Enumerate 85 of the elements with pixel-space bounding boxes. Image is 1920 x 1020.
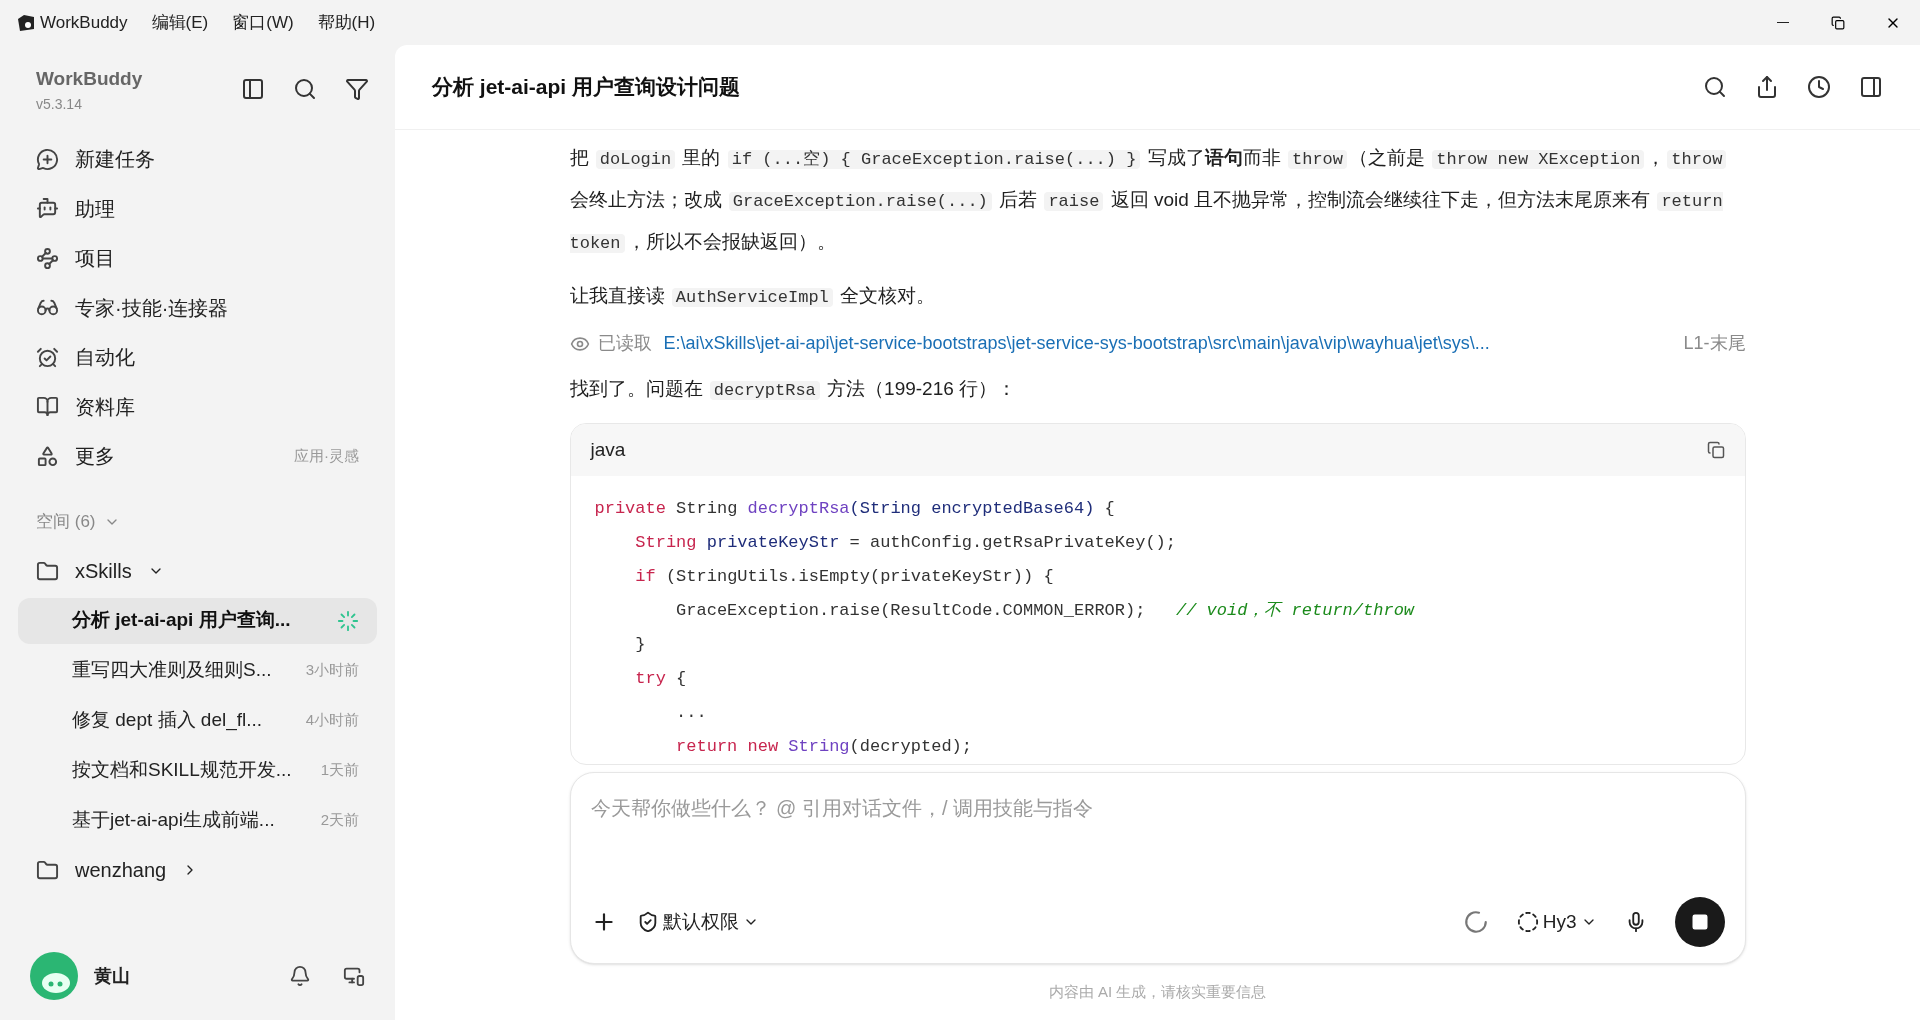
task-time: 4小时前 xyxy=(305,710,359,731)
nav-label: 项目 xyxy=(75,246,115,272)
message-paragraph: 把 doLogin 里的 if (...空) { GraceException.raise(...) } 写成了语句而非 throw （之前是 throw new XException ， throw 会终止方法；改成 GraceException.raise(...) 后若 raise 返回 void 且不抛异常，控制流会继续往下走，但方法末尾原来有 return token ，所以不会报缺返回）。 xyxy=(569,138,1746,264)
code-language: java xyxy=(590,437,626,462)
menu-item[interactable]: 帮助(H) xyxy=(317,9,376,36)
task-title: 按文档和SKILL规范开发... xyxy=(72,758,292,783)
task-title: 重写四大准则及细则S... xyxy=(72,658,272,683)
task-item[interactable]: 修复 dept 插入 del_fl... 4小时前 xyxy=(18,697,377,744)
stop-icon xyxy=(1690,913,1709,931)
model-selector[interactable]: Hy3 xyxy=(1516,907,1597,937)
nav-label: 专家·技能·连接器 xyxy=(75,295,229,321)
message-paragraph: 找到了。问题在 decryptRsa 方法（199-216 行）： xyxy=(569,377,1018,402)
user-name: 黄山 xyxy=(94,964,130,988)
nav-item[interactable]: 资料库 xyxy=(18,382,377,432)
history-icon[interactable] xyxy=(1807,75,1831,99)
nav-item[interactable]: 专家·技能·连接器 xyxy=(18,283,377,333)
new-chat-icon xyxy=(36,147,59,171)
folder-icon xyxy=(36,559,59,583)
task-item[interactable]: 重写四大准则及细则S... 3小时前 xyxy=(18,647,377,694)
nav-label: 资料库 xyxy=(75,394,135,420)
code-line: } xyxy=(634,634,647,656)
task-item[interactable]: 按文档和SKILL规范开发... 1天前 xyxy=(18,747,377,794)
task-time: 1天前 xyxy=(320,760,359,781)
permission-button[interactable]: 默认权限 xyxy=(636,907,759,937)
share-icon[interactable] xyxy=(1755,75,1779,99)
model-logo-icon xyxy=(1516,911,1539,933)
menu-item[interactable]: 编辑(E) xyxy=(151,9,209,36)
message-input[interactable]: 今天帮你做些什么？ @ 引用对话文件，/ 调用技能与指令 xyxy=(590,793,1725,823)
nav-label: 更多 xyxy=(75,444,115,470)
code-line: if (StringUtils.isEmpty(privateKeyStr)) { xyxy=(634,566,1055,588)
nav-label: 新建任务 xyxy=(75,147,155,173)
bell-icon[interactable] xyxy=(289,965,311,987)
nav-item[interactable]: 新建任务 xyxy=(18,134,377,184)
copy-icon[interactable] xyxy=(1706,441,1725,459)
menu-app-name[interactable]: WorkBuddy xyxy=(40,9,128,36)
panel-toggle-icon[interactable] xyxy=(241,77,265,101)
nav-hint: 应用·灵感 xyxy=(294,446,359,466)
task-time: 2天前 xyxy=(320,810,359,831)
nav-label: 自动化 xyxy=(75,345,135,371)
code-line: GraceException.raise(ResultCode.COMMON_ERROR); // void，不 return/throw xyxy=(675,600,1416,622)
restore-icon xyxy=(1830,15,1845,30)
search-icon[interactable] xyxy=(1703,75,1727,99)
line-range: L1-末尾 xyxy=(1683,332,1746,355)
ai-disclaimer: 内容由 AI 生成，请核实重要信息 xyxy=(1048,981,1267,1002)
task-title: 分析 jet-ai-api 用户查询... xyxy=(72,608,291,633)
nav-item[interactable]: 更多 应用·灵感 xyxy=(18,431,377,481)
message-paragraph: 让我直接读 AuthServiceImpl 全文核对。 xyxy=(569,284,937,309)
code-line: private String decryptRsa(String encryptedBase64) { xyxy=(594,498,1116,520)
task-time: 3小时前 xyxy=(305,660,359,681)
read-label: 已读取 xyxy=(597,332,652,355)
filter-icon[interactable] xyxy=(345,77,369,101)
conversation-title: 分析 jet-ai-api 用户查询设计问题 xyxy=(432,74,741,101)
alarm-clock-icon xyxy=(36,345,59,369)
minimize-icon xyxy=(1776,21,1789,24)
nodes-icon xyxy=(36,246,59,270)
task-title: 修复 dept 插入 del_fl... xyxy=(72,708,263,733)
folder-name: wenzhang xyxy=(75,858,167,883)
sidebar-app-name: WorkBuddy xyxy=(36,67,143,91)
app-logo-icon xyxy=(16,12,36,33)
nav-item[interactable]: 项目 xyxy=(18,233,377,283)
code-line: try { xyxy=(634,668,688,690)
code-line: ... xyxy=(675,702,708,724)
task-item[interactable]: 分析 jet-ai-api 用户查询... xyxy=(18,597,377,644)
book-icon xyxy=(36,395,59,419)
folder-name: xSkills xyxy=(75,559,132,584)
file-path-link[interactable]: E:\ai\xSkills\jet-ai-api\jet-service-bootstraps\jet-service-sys-bootstrap\src\main\java\vip\wayhua\jet\sys\... xyxy=(663,330,1490,357)
task-item[interactable]: 基于jet-ai-api生成前端... 2天前 xyxy=(18,797,377,844)
task-title: 基于jet-ai-api生成前端... xyxy=(72,808,275,833)
avatar xyxy=(30,952,78,1000)
folder-item[interactable]: xSkills xyxy=(18,546,377,596)
nav-item[interactable]: 自动化 xyxy=(18,332,377,382)
folder-item[interactable]: wenzhang xyxy=(18,845,377,895)
devices-icon[interactable] xyxy=(343,965,365,987)
shapes-icon xyxy=(36,444,59,468)
robot-icon xyxy=(36,197,59,221)
search-icon[interactable] xyxy=(293,77,317,101)
code-line: String privateKeyStr = authConfig.getRsaPrivateKey(); xyxy=(634,532,1177,554)
menu-item[interactable]: 窗口(W) xyxy=(232,9,294,36)
folder-icon xyxy=(36,858,59,882)
stop-button[interactable] xyxy=(1674,897,1725,947)
nav-label: 助理 xyxy=(75,196,115,222)
panel-toggle-icon[interactable] xyxy=(1859,75,1883,99)
nav-item[interactable]: 助理 xyxy=(18,184,377,234)
version-label: v5.3.14 xyxy=(36,94,83,114)
code-line: return new String(decrypted); xyxy=(675,736,973,758)
